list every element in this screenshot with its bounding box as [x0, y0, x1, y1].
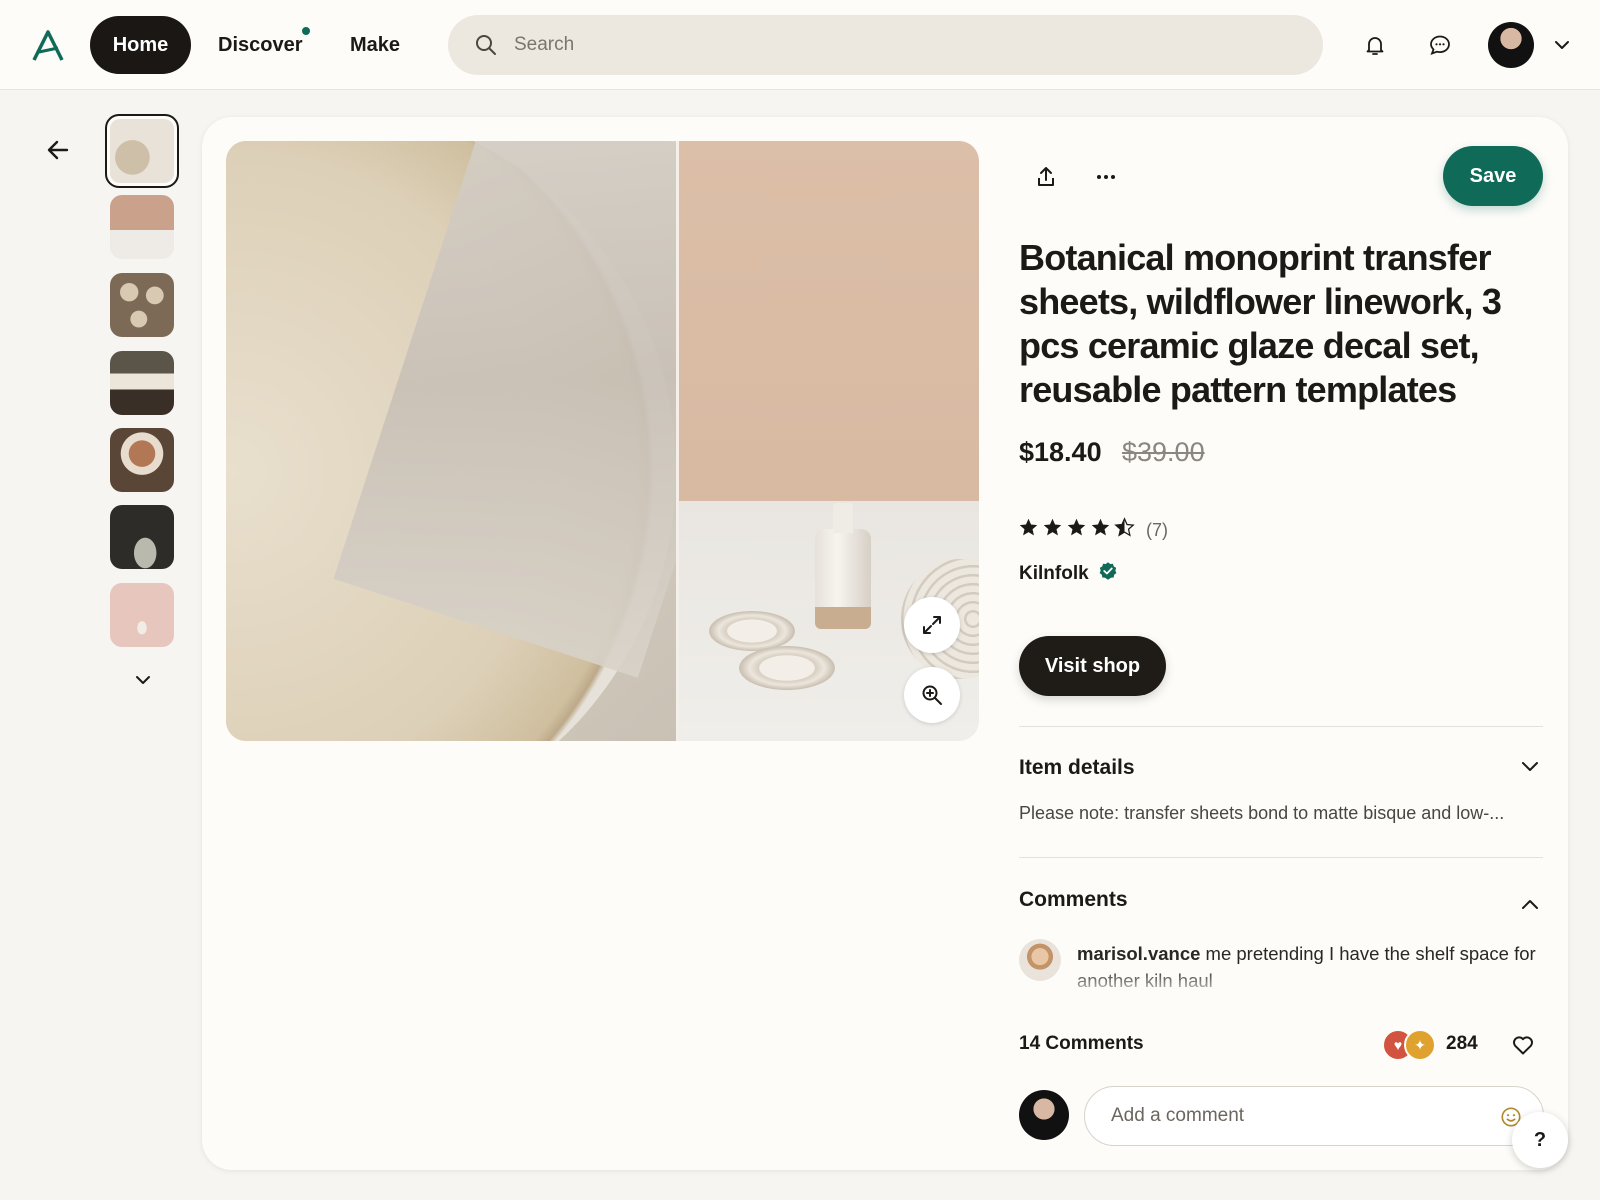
comments-chevron-up-icon[interactable]	[1516, 891, 1544, 919]
comment-username[interactable]: marisol.vance	[1077, 943, 1200, 964]
save-button[interactable]: Save	[1443, 146, 1543, 206]
nav-make-link[interactable]: Make	[350, 16, 400, 74]
reaction-icons[interactable]: ♥ ✦	[1382, 1029, 1438, 1061]
notifications-bell-icon[interactable]	[1358, 28, 1392, 62]
comment-input[interactable]	[1111, 1105, 1471, 1127]
thumbnail[interactable]	[110, 428, 174, 492]
account-chevron-down-icon[interactable]	[1545, 28, 1579, 62]
thumbnail[interactable]	[110, 351, 174, 415]
item-details-heading[interactable]: Item details	[1019, 756, 1135, 780]
reactions-count: 284	[1446, 1033, 1478, 1054]
notification-dot	[302, 27, 310, 35]
search-input[interactable]	[514, 34, 1274, 56]
rating-stars	[1018, 517, 1135, 538]
help-button[interactable]: ?	[1512, 1112, 1568, 1168]
verified-badge-icon	[1098, 561, 1118, 581]
nav-discover-link[interactable]: Discover	[218, 16, 303, 74]
nav-home-button[interactable]: Home	[90, 16, 191, 74]
comment-item: marisol.vance me pretending I have the s…	[1077, 940, 1547, 992]
sparkle-reaction-icon: ✦	[1404, 1029, 1436, 1061]
messages-icon[interactable]	[1423, 28, 1457, 62]
thumbnail[interactable]	[110, 505, 174, 569]
thumbnail[interactable]	[110, 583, 174, 647]
divider	[1019, 726, 1543, 727]
rating-count[interactable]: (7)	[1146, 520, 1168, 541]
original-price: $39.00	[1122, 437, 1205, 467]
half-star-icon	[1114, 517, 1135, 537]
search-bar[interactable]	[448, 15, 1323, 75]
zoom-in-icon[interactable]	[904, 667, 960, 723]
star-icon	[1019, 518, 1038, 536]
expand-icon[interactable]	[904, 597, 960, 653]
share-icon[interactable]	[1028, 159, 1064, 195]
divider	[1019, 857, 1543, 858]
product-price: $18.40	[1019, 437, 1102, 467]
user-avatar[interactable]	[1488, 22, 1534, 68]
item-details-text: Please note: transfer sheets bond to mat…	[1019, 803, 1505, 823]
star-icon	[1067, 518, 1086, 536]
product-title: Botanical monoprint transfer sheets, wil…	[1019, 237, 1502, 410]
comments-count[interactable]: 14 Comments	[1019, 1033, 1144, 1055]
thumbnail[interactable]	[105, 114, 179, 188]
search-icon	[476, 35, 496, 55]
visit-shop-button[interactable]: Visit shop	[1019, 636, 1166, 696]
like-heart-icon[interactable]	[1508, 1030, 1538, 1060]
seller-name[interactable]: Kilnfolk	[1019, 563, 1089, 585]
top-bar: Home Discover Make	[0, 0, 1600, 90]
more-thumbnails-chevron-down-icon[interactable]	[130, 670, 156, 690]
item-details-chevron-down-icon[interactable]	[1516, 752, 1544, 780]
product-hero-image[interactable]	[226, 141, 979, 741]
more-options-icon[interactable]	[1088, 159, 1124, 195]
comment-input-box[interactable]	[1084, 1086, 1544, 1146]
thumbnail[interactable]	[110, 195, 174, 259]
commenter-avatar[interactable]	[1019, 939, 1061, 981]
thumbnail[interactable]	[110, 273, 174, 337]
brand-logo-icon[interactable]	[28, 26, 68, 66]
current-user-avatar	[1019, 1090, 1069, 1140]
back-arrow-icon[interactable]	[42, 134, 74, 166]
star-icon	[1043, 518, 1062, 536]
star-icon	[1091, 518, 1110, 536]
comments-heading[interactable]: Comments	[1019, 888, 1128, 912]
